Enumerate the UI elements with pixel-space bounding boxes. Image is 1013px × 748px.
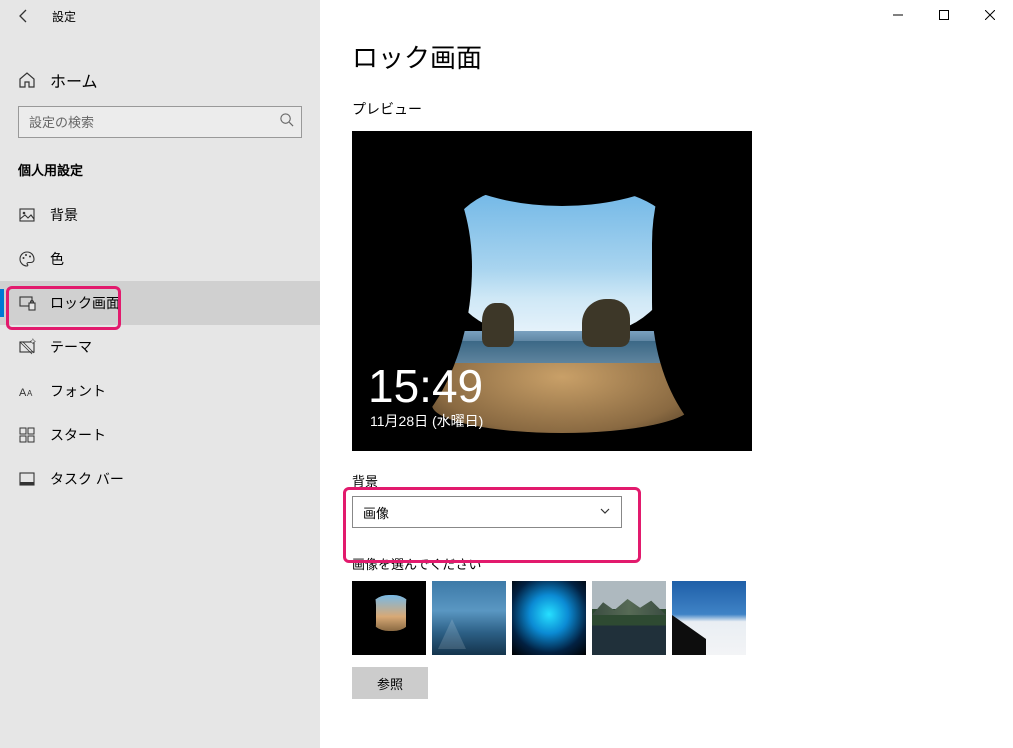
close-icon xyxy=(985,10,995,20)
home-icon xyxy=(18,71,36,89)
svg-text:A: A xyxy=(19,387,27,399)
svg-text:A: A xyxy=(27,389,33,398)
picture-icon xyxy=(18,206,36,224)
thumbnail-option[interactable] xyxy=(592,581,666,655)
preview-date: 11月28日 (水曜日) xyxy=(370,411,483,431)
thumbnail-option[interactable] xyxy=(352,581,426,655)
sidebar-item-label: 背景 xyxy=(50,205,78,225)
sidebar-item-colors[interactable]: 色 xyxy=(0,237,320,281)
lockscreen-icon xyxy=(18,294,36,312)
maximize-icon xyxy=(939,10,949,20)
sidebar-item-taskbar[interactable]: タスク バー xyxy=(0,457,320,501)
background-label: 背景 xyxy=(352,471,1013,490)
minimize-icon xyxy=(893,10,903,20)
thumbnail-row xyxy=(352,581,1013,655)
palette-icon xyxy=(18,250,36,268)
background-select[interactable]: 画像 xyxy=(352,496,622,528)
main-panel: ロック画面 プレビュー 15:49 11月28日 (水曜日) 背景 画像 xyxy=(320,0,1013,748)
sidebar-item-label: 色 xyxy=(50,249,64,269)
sidebar-item-start[interactable]: スタート xyxy=(0,413,320,457)
choose-image-label: 画像を選んでください xyxy=(352,554,1013,573)
thumbnail-option[interactable] xyxy=(512,581,586,655)
taskbar-icon xyxy=(18,470,36,488)
chevron-down-icon xyxy=(599,505,611,520)
sidebar-section-title: 個人用設定 xyxy=(0,160,320,193)
thumbnail-option[interactable] xyxy=(432,581,506,655)
minimize-button[interactable] xyxy=(875,0,921,30)
font-icon: AA xyxy=(18,382,36,400)
preview-section-label: プレビュー xyxy=(352,99,1013,119)
home-label: ホーム xyxy=(50,68,98,92)
sidebar-item-label: フォント xyxy=(50,381,106,401)
sidebar-item-label: テーマ xyxy=(50,337,92,357)
sidebar-item-themes[interactable]: テーマ xyxy=(0,325,320,369)
arrow-left-icon xyxy=(16,8,32,24)
window-title: 設定 xyxy=(52,8,76,25)
lockscreen-preview: 15:49 11月28日 (水曜日) xyxy=(352,131,752,451)
maximize-button[interactable] xyxy=(921,0,967,30)
sidebar-item-lockscreen[interactable]: ロック画面 xyxy=(0,281,320,325)
search-input[interactable] xyxy=(18,106,302,138)
sidebar-item-fonts[interactable]: AA フォント xyxy=(0,369,320,413)
home-link[interactable]: ホーム xyxy=(0,56,320,102)
sidebar-item-label: タスク バー xyxy=(50,469,124,489)
page-title: ロック画面 xyxy=(352,38,1013,75)
sidebar-item-background[interactable]: 背景 xyxy=(0,193,320,237)
preview-time: 15:49 xyxy=(368,363,483,409)
sidebar: 設定 ホーム 個人用設定 背景 色 xyxy=(0,0,320,748)
browse-button[interactable]: 参照 xyxy=(352,667,428,699)
start-icon xyxy=(18,426,36,444)
background-select-value: 画像 xyxy=(363,503,389,522)
thumbnail-option[interactable] xyxy=(672,581,746,655)
sidebar-item-label: ロック画面 xyxy=(50,293,120,313)
close-button[interactable] xyxy=(967,0,1013,30)
back-button[interactable] xyxy=(10,2,38,30)
sidebar-item-label: スタート xyxy=(50,425,106,445)
themes-icon xyxy=(18,338,36,356)
